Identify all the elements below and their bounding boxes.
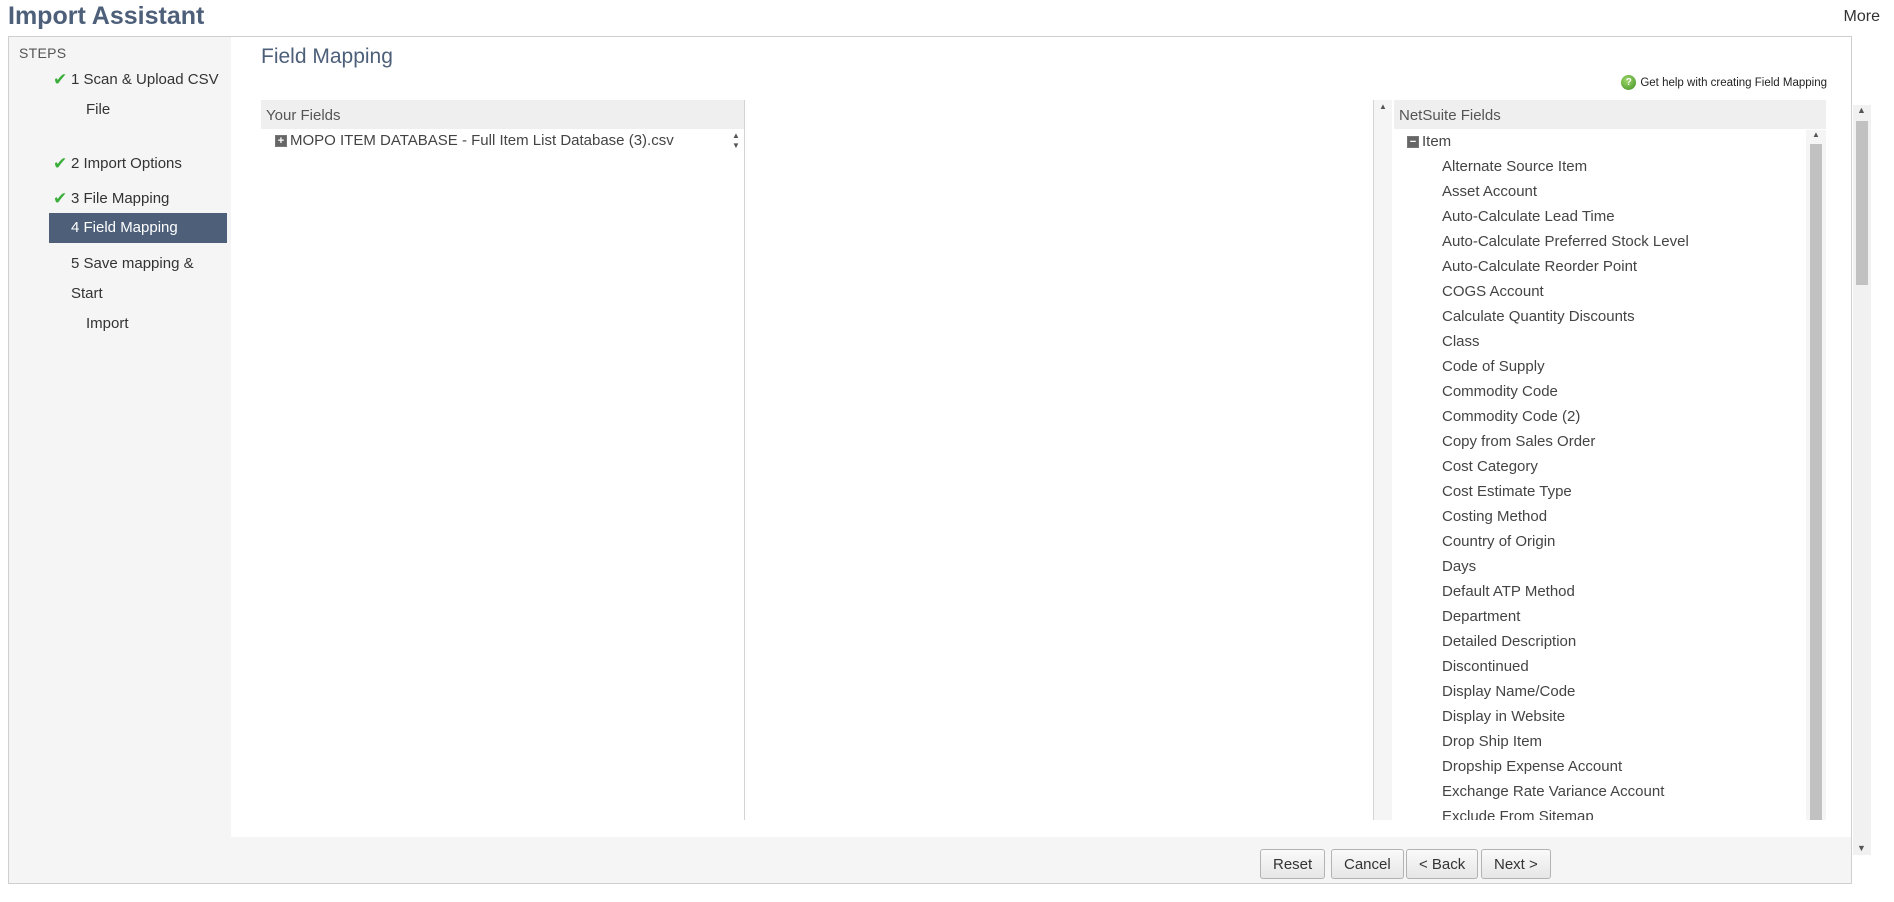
netsuite-field-item[interactable]: Auto-Calculate Lead Time [1394, 204, 1806, 229]
netsuite-field-item[interactable]: Detailed Description [1394, 629, 1806, 654]
mini-scrollbar[interactable]: ▲ ▼ [730, 131, 742, 153]
steps-label: STEPS [19, 45, 67, 61]
netsuite-field-item[interactable]: Cost Category [1394, 454, 1806, 479]
netsuite-field-item[interactable]: Display in Website [1394, 704, 1806, 729]
netsuite-field-item[interactable]: Commodity Code (2) [1394, 404, 1806, 429]
netsuite-field-item[interactable]: Days [1394, 554, 1806, 579]
netsuite-field-item[interactable]: Costing Method [1394, 504, 1806, 529]
step-file-mapping[interactable]: ✔ 3 File Mapping [49, 184, 227, 214]
netsuite-fields-scrollbar[interactable]: ▲ [1806, 130, 1826, 820]
checkmark-icon: ✔ [53, 70, 68, 89]
file-name: MOPO ITEM DATABASE - Full Item List Data… [290, 132, 674, 149]
your-fields-header: Your Fields [261, 100, 744, 129]
next-button[interactable]: Next > [1481, 849, 1551, 879]
collapse-icon[interactable]: − [1407, 136, 1419, 149]
step-label: 5 Save mapping & Start [71, 255, 194, 302]
scroll-down-icon[interactable]: ▼ [1857, 843, 1866, 853]
panel-divider: ▲ [1374, 100, 1392, 820]
section-title: Field Mapping [261, 45, 393, 68]
step-field-mapping[interactable]: 4 Field Mapping [49, 213, 227, 243]
netsuite-field-item[interactable]: Asset Account [1394, 179, 1806, 204]
netsuite-field-item[interactable]: Cost Estimate Type [1394, 479, 1806, 504]
netsuite-fields-list: − Item Alternate Source Item Asset Account… [1394, 130, 1806, 820]
netsuite-fields-header: NetSuite Fields [1394, 100, 1826, 129]
step-scan-upload[interactable]: ✔ 1 Scan & Upload CSV File [49, 65, 227, 125]
netsuite-field-item[interactable]: Auto-Calculate Reorder Point [1394, 254, 1806, 279]
your-fields-panel: Your Fields + MOPO ITEM DATABASE - Full I… [261, 100, 745, 820]
netsuite-field-item[interactable]: Display Name/Code [1394, 679, 1806, 704]
more-link[interactable]: More [1844, 8, 1880, 26]
step-label: 3 File Mapping [71, 190, 170, 207]
netsuite-field-item[interactable]: Class [1394, 329, 1806, 354]
netsuite-field-item[interactable]: Discontinued [1394, 654, 1806, 679]
netsuite-field-item[interactable]: Dropship Expense Account [1394, 754, 1806, 779]
netsuite-field-item[interactable]: Default ATP Method [1394, 579, 1806, 604]
checkmark-icon: ✔ [53, 189, 68, 208]
step-save-mapping[interactable]: 5 Save mapping & Start Import [49, 249, 227, 339]
netsuite-fields-panel: ▲ NetSuite Fields − Item Alternate Source… [1373, 100, 1851, 820]
checkmark-icon: ✔ [53, 154, 68, 173]
footer-bar: Reset Cancel < Back Next > [231, 837, 1851, 883]
expand-icon[interactable]: + [275, 135, 287, 148]
import-assistant-frame: STEPS ✔ 1 Scan & Upload CSV File ✔ 2 Imp… [8, 36, 1871, 884]
steps-sidebar: STEPS ✔ 1 Scan & Upload CSV File ✔ 2 Imp… [9, 37, 231, 837]
scrollbar-thumb[interactable] [1810, 144, 1822, 820]
step-label-continued: Import [86, 315, 129, 332]
netsuite-field-item[interactable]: COGS Account [1394, 279, 1806, 304]
help-link-label: Get help with creating Field Mapping [1640, 76, 1827, 89]
your-fields-file-node[interactable]: + MOPO ITEM DATABASE - Full Item List Dat… [261, 129, 744, 153]
scroll-up-icon[interactable]: ▲ [1379, 102, 1387, 111]
help-link[interactable]: ? Get help with creating Field Mapping [1621, 75, 1827, 90]
scrollbar-thumb[interactable] [1856, 121, 1868, 285]
netsuite-root-node[interactable]: − Item [1394, 130, 1806, 154]
netsuite-field-item[interactable]: Code of Supply [1394, 354, 1806, 379]
page-scrollbar[interactable]: ▲ ▼ [1853, 105, 1871, 855]
netsuite-field-item[interactable]: Alternate Source Item [1394, 154, 1806, 179]
step-label-continued: File [86, 101, 111, 118]
netsuite-field-item[interactable]: Department [1394, 604, 1806, 629]
netsuite-field-item[interactable]: Exchange Rate Variance Account [1394, 779, 1806, 804]
netsuite-field-item[interactable]: Calculate Quantity Discounts [1394, 304, 1806, 329]
netsuite-field-item[interactable]: Commodity Code [1394, 379, 1806, 404]
netsuite-field-item[interactable]: Auto-Calculate Preferred Stock Level [1394, 229, 1806, 254]
step-import-options[interactable]: ✔ 2 Import Options [49, 149, 227, 179]
root-label: Item [1422, 133, 1452, 150]
netsuite-field-item[interactable]: Country of Origin [1394, 529, 1806, 554]
step-label: 1 Scan & Upload CSV [71, 71, 219, 88]
step-label: 4 Field Mapping [71, 219, 178, 236]
netsuite-field-item[interactable]: Exclude From Sitemap [1394, 804, 1806, 820]
step-label: 2 Import Options [71, 155, 182, 172]
field-mapping-panel: Field Mapping ? Get help with creating F… [231, 37, 1851, 837]
cancel-button[interactable]: Cancel [1331, 849, 1404, 879]
scroll-up-icon[interactable]: ▲ [1857, 105, 1866, 115]
back-button[interactable]: < Back [1406, 849, 1479, 879]
netsuite-field-item[interactable]: Copy from Sales Order [1394, 429, 1806, 454]
scroll-up-icon[interactable]: ▲ [1812, 130, 1820, 139]
help-icon: ? [1621, 75, 1637, 90]
netsuite-field-item[interactable]: Drop Ship Item [1394, 729, 1806, 754]
reset-button[interactable]: Reset [1260, 849, 1326, 879]
page-title: Import Assistant [8, 2, 205, 30]
